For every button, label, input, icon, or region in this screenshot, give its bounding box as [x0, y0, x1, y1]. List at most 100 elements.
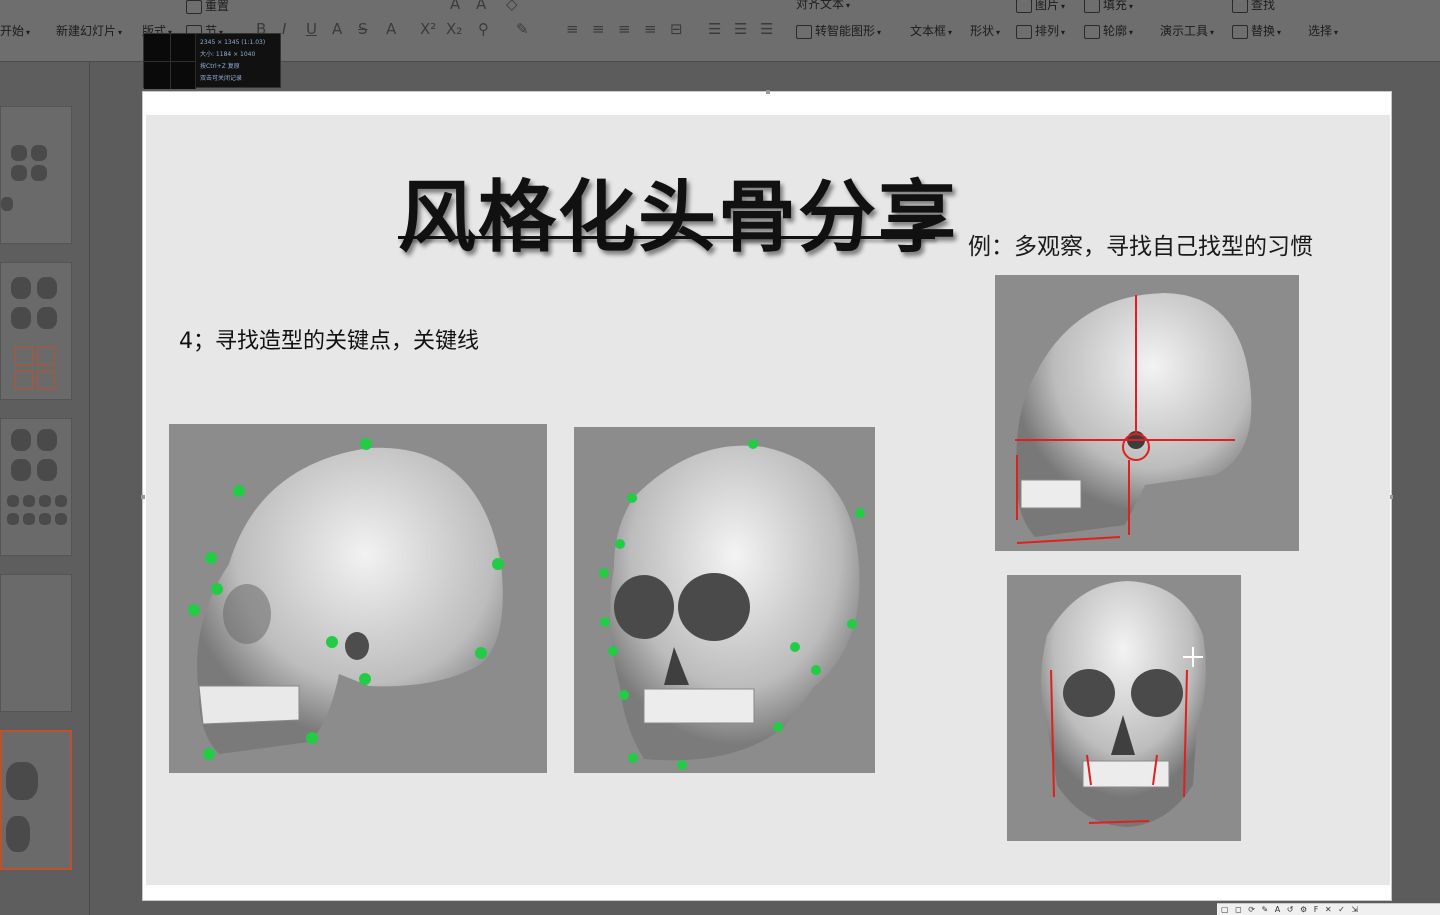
- skull-thumbnail-icon: [11, 429, 31, 451]
- start-label: 开始: [0, 24, 25, 38]
- skull-thumbnail-icon: [55, 495, 67, 507]
- skull-guide-lines-side-illustration: [1015, 293, 1252, 544]
- grow-font-icon[interactable]: A: [450, 0, 460, 13]
- shape-label: 形状: [970, 24, 995, 38]
- skull-three-quarter-photo[interactable]: [574, 427, 875, 773]
- slide-content: 风格化头骨分享 例：多观察，寻找自己找型的习惯 4；寻找造型的关键点，关键线: [146, 115, 1390, 885]
- slide-subtitle: 例：多观察，寻找自己找型的习惯: [968, 234, 1313, 260]
- skull-guide-lines-front-photo[interactable]: [1007, 575, 1241, 841]
- slide-thumbnail[interactable]: [0, 106, 72, 244]
- image-size-tooltip: 2345 × 1345 (1:1.03) 大小: 1184 × 1040 按Ct…: [143, 33, 281, 89]
- skull-thumbnail-icon: [11, 165, 27, 181]
- align-text-button[interactable]: 对齐文本 ▾: [796, 0, 850, 12]
- skull-thumbnail-icon: [39, 513, 51, 525]
- skull-side-illustration: [188, 438, 504, 760]
- slide-canvas[interactable]: 风格化头骨分享 例：多观察，寻找自己找型的习惯 4；寻找造型的关键点，关键线: [141, 90, 1393, 901]
- fill-label: 填充: [1103, 0, 1128, 12]
- distribute-icon[interactable]: ⊟: [670, 20, 683, 38]
- tooltip-line: 按Ctrl+Z 复原: [200, 63, 240, 70]
- select-button[interactable]: 选择 ▾: [1308, 22, 1338, 39]
- arrange-label: 排列: [1035, 24, 1060, 38]
- numbering-icon[interactable]: ☰: [708, 20, 721, 38]
- slide-thumbnail[interactable]: [0, 262, 72, 400]
- text-box-button[interactable]: 文本框 ▾: [910, 22, 952, 39]
- justify-icon[interactable]: ≡: [644, 20, 657, 38]
- slide-thumbnail[interactable]: [0, 574, 72, 712]
- tooltip-line: 2345 × 1345 (1:1.03): [200, 39, 266, 46]
- superscript-icon[interactable]: X²: [420, 20, 436, 38]
- outline-button[interactable]: 轮廓 ▾: [1084, 22, 1133, 39]
- status-bar-icons[interactable]: ▢ ◻ ⟳ ✎ A ↺ ⚙ F ✕ ✓ ⇲: [1221, 905, 1360, 914]
- resize-handle[interactable]: [766, 90, 770, 94]
- status-bar-toolbar[interactable]: ▢ ◻ ⟳ ✎ A ↺ ⚙ F ✕ ✓ ⇲: [1217, 903, 1440, 915]
- search-icon: [1232, 0, 1248, 13]
- subscript-icon[interactable]: X₂: [446, 20, 462, 38]
- skull-thumbnail-icon: [11, 277, 31, 299]
- arrange-icon: [1016, 24, 1032, 39]
- tooltip-line: 大小: 1184 × 1040: [200, 51, 256, 58]
- red-marker-box: [15, 371, 33, 389]
- slide-thumbnail[interactable]: [0, 418, 72, 556]
- reset-icon: [186, 0, 202, 14]
- replace-button[interactable]: 替换 ▾: [1232, 22, 1281, 39]
- new-slide-label: 新建幻灯片: [56, 24, 117, 38]
- picture-label: 图片: [1035, 0, 1060, 12]
- text-box-label: 文本框: [910, 24, 947, 38]
- skull-thumbnail-icon: [7, 513, 19, 525]
- new-slide-button[interactable]: 新建幻灯片 ▾: [56, 22, 122, 39]
- reset-button[interactable]: 重置: [186, 0, 229, 14]
- slide-thumbnail-active[interactable]: [0, 730, 72, 870]
- replace-label: 替换: [1251, 24, 1276, 38]
- skull-thumbnail-icon: [55, 513, 67, 525]
- skull-thumbnail-icon: [23, 513, 35, 525]
- skull-thumbnail-icon: [31, 165, 47, 181]
- select-label: 选择: [1308, 24, 1333, 38]
- skull-thumbnail-icon: [37, 429, 57, 451]
- red-marker-box: [37, 347, 55, 365]
- fill-icon: [1084, 0, 1100, 13]
- fill-button[interactable]: 填充 ▾: [1084, 0, 1133, 13]
- present-tools-label: 演示工具: [1160, 24, 1209, 38]
- phonetic-icon[interactable]: ⚲: [478, 20, 489, 38]
- line-spacing-icon[interactable]: ☰: [760, 20, 773, 38]
- find-button[interactable]: 查找: [1232, 0, 1275, 13]
- reset-label: 重置: [205, 0, 230, 13]
- bullets-icon[interactable]: ☰: [734, 20, 747, 38]
- red-marker-box: [15, 347, 33, 365]
- underline-icon[interactable]: U: [306, 20, 317, 38]
- skull-thumbnail-icon: [23, 495, 35, 507]
- presentation-app: 开始▾ 新建幻灯片▾ 版式▾ 节▾ 重置 B I U A S A X² X₂ ⚲…: [0, 0, 1440, 915]
- italic-icon[interactable]: I: [282, 20, 286, 38]
- outline-icon: [1084, 24, 1100, 39]
- strikethrough-icon[interactable]: S: [358, 20, 368, 38]
- align-center-icon[interactable]: ≡: [592, 20, 605, 38]
- picture-button[interactable]: 图片 ▾: [1016, 0, 1065, 13]
- key-point-text: 4；寻找造型的关键点，关键线: [179, 329, 479, 354]
- tooltip-line: 双击可关闭记录: [200, 75, 243, 82]
- slide-title: 风格化头骨分享: [398, 173, 959, 263]
- slide-thumbnail-panel: [0, 62, 90, 915]
- shape-button[interactable]: 形状 ▾: [970, 22, 1000, 39]
- skull-guide-lines-side-photo[interactable]: [995, 275, 1299, 551]
- font-shadow-icon[interactable]: A: [332, 20, 342, 38]
- start-button[interactable]: 开始 ▾: [0, 22, 30, 39]
- skull-thumbnail-icon: [11, 307, 31, 329]
- present-tools-button[interactable]: 演示工具 ▾: [1160, 22, 1214, 39]
- skull-thumbnail-icon: [37, 459, 57, 481]
- shrink-font-icon[interactable]: A: [476, 0, 486, 13]
- smart-shape-label: 转智能图形: [815, 24, 876, 38]
- align-right-icon[interactable]: ≡: [618, 20, 631, 38]
- skull-three-quarter-illustration: [599, 439, 865, 770]
- arrange-button[interactable]: 排列 ▾: [1016, 22, 1065, 39]
- skull-thumbnail-icon: [11, 145, 27, 161]
- font-color-icon[interactable]: A: [386, 20, 396, 38]
- align-left-icon[interactable]: ≡: [566, 20, 579, 38]
- skull-thumbnail-icon: [31, 145, 47, 161]
- highlight-icon[interactable]: ✎: [516, 20, 529, 38]
- skull-side-photo[interactable]: [169, 424, 547, 773]
- outline-label: 轮廓: [1103, 24, 1128, 38]
- replace-icon: [1232, 24, 1248, 39]
- smart-shape-button[interactable]: 转智能图形 ▾: [796, 22, 881, 39]
- resize-handle[interactable]: [141, 495, 145, 499]
- clear-format-icon[interactable]: ◇: [506, 0, 518, 13]
